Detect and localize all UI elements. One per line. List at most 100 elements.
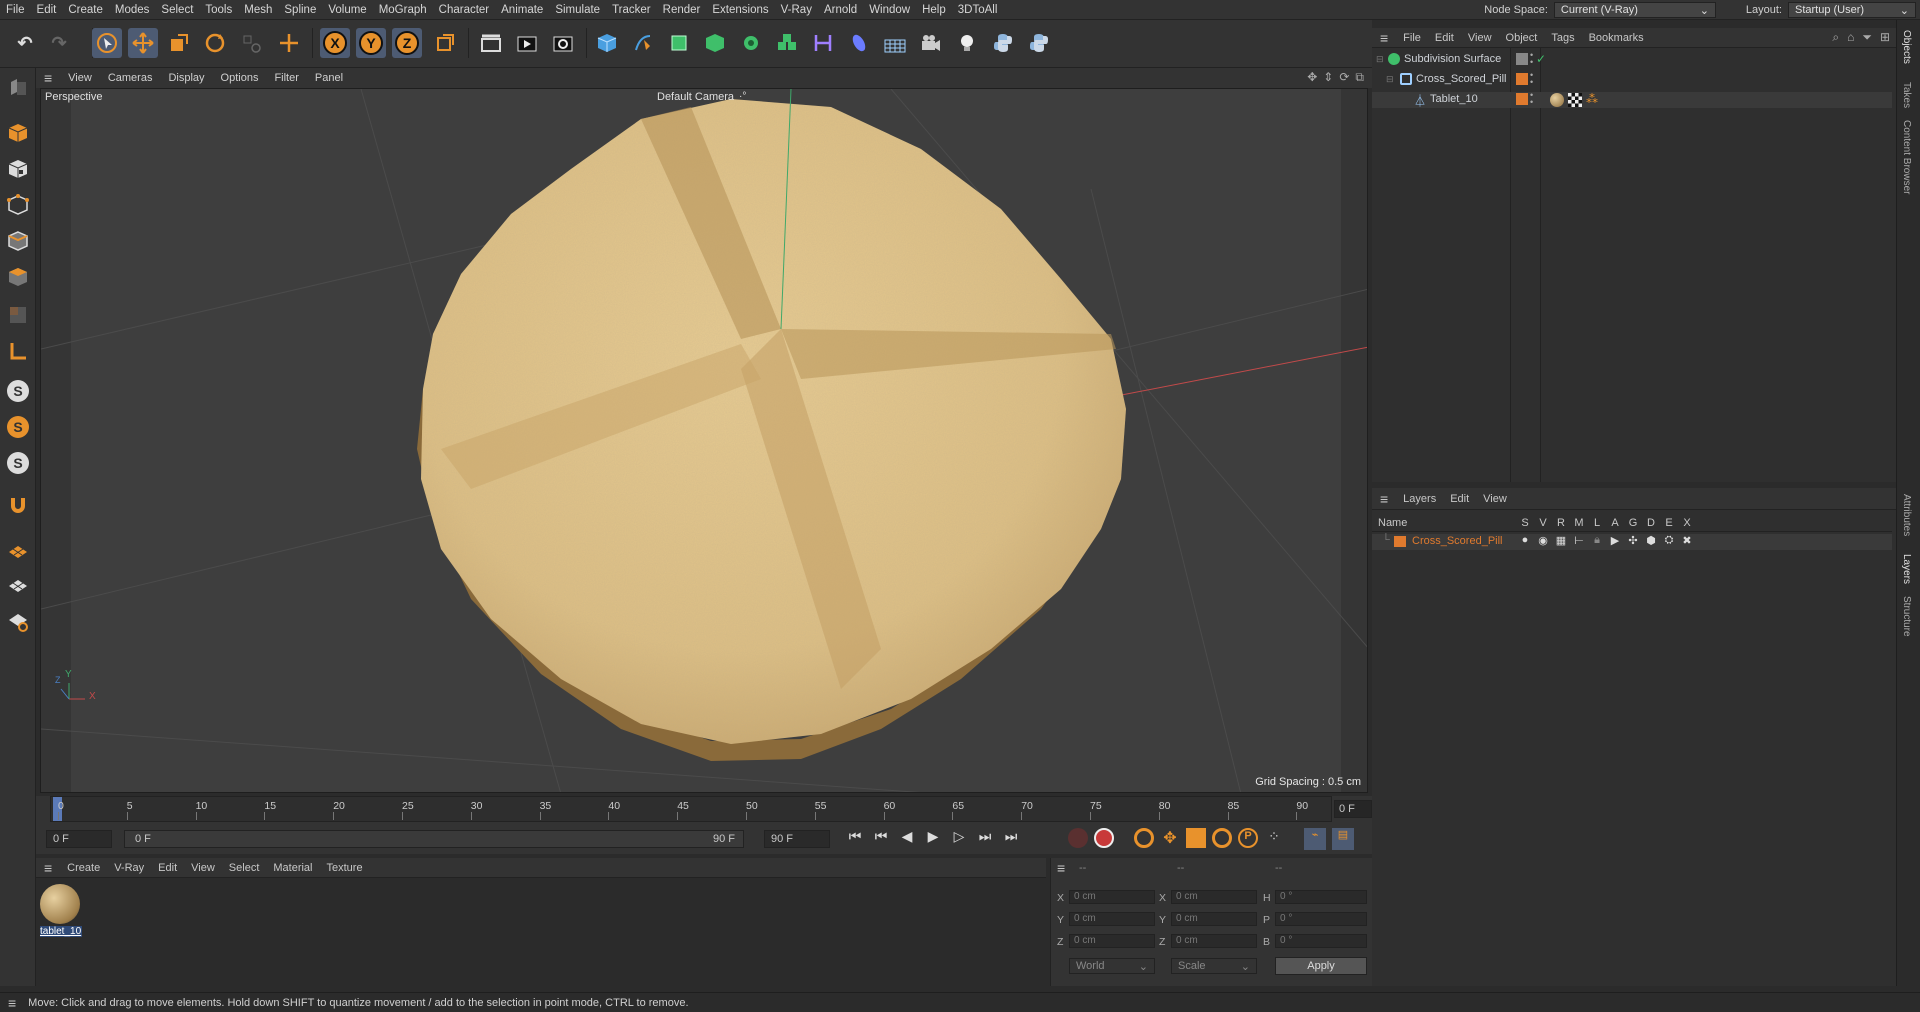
layer-color-icon[interactable]: [1516, 93, 1528, 105]
collapse-icon[interactable]: ⊟: [1376, 54, 1384, 65]
menu-edit[interactable]: Edit: [31, 4, 63, 16]
material-menu-create[interactable]: Create: [60, 862, 107, 874]
lock-icon[interactable]: 🔒︎: [1588, 534, 1606, 547]
object-row-cross-scored-pill[interactable]: ⊟ Cross_Scored_Pill • •: [1372, 71, 1892, 88]
side-tab-takes[interactable]: Takes: [1901, 82, 1912, 108]
node-space-dropdown[interactable]: Current (V-Ray) ⌄: [1553, 2, 1716, 18]
planar-workplane-button[interactable]: [3, 606, 33, 636]
record-disabled-icon[interactable]: [1068, 828, 1088, 848]
animation-icon[interactable]: ▶: [1606, 534, 1624, 547]
magnet-button[interactable]: [3, 490, 33, 520]
vray-tag-icon[interactable]: ⁂: [1586, 92, 1598, 106]
size-y-field[interactable]: 0 cm: [1171, 912, 1257, 926]
side-tab-structure[interactable]: Structure: [1901, 596, 1912, 637]
coord-mode-dropdown[interactable]: Scale ⌄: [1171, 958, 1257, 974]
menu-volume[interactable]: Volume: [322, 4, 372, 16]
key-rotation-icon[interactable]: [1212, 828, 1232, 848]
recent-tools-button[interactable]: [236, 28, 266, 58]
position-y-field[interactable]: 0 cm: [1069, 912, 1155, 926]
viewport-menu-filter[interactable]: Filter: [266, 72, 306, 84]
viewport-menu-options[interactable]: Options: [213, 72, 267, 84]
layer-menu-view[interactable]: View: [1476, 493, 1514, 505]
timeline-window-icon[interactable]: ▤: [1332, 828, 1354, 850]
visibility-dots-icon[interactable]: • •: [1530, 71, 1533, 87]
viewport-menu-cameras[interactable]: Cameras: [100, 72, 161, 84]
object-menu-view[interactable]: View: [1461, 32, 1499, 44]
rotate-view-icon[interactable]: ⟳: [1339, 70, 1349, 85]
render-icon[interactable]: ▦: [1552, 534, 1570, 547]
move-tool-button[interactable]: [128, 28, 158, 58]
play-icon[interactable]: ▶: [922, 828, 944, 845]
next-key-icon[interactable]: ⏭: [974, 828, 996, 845]
menu-create[interactable]: Create: [62, 4, 109, 16]
add-cloner-button[interactable]: [736, 28, 766, 58]
start-frame-field[interactable]: 0 F: [46, 830, 112, 848]
menu-file[interactable]: File: [0, 4, 31, 16]
timeline-ruler[interactable]: [50, 796, 1332, 822]
object-menu-object[interactable]: Object: [1499, 32, 1545, 44]
expressions-icon[interactable]: ⛭: [1660, 534, 1678, 547]
viewport-menu-display[interactable]: Display: [160, 72, 212, 84]
render-region-button[interactable]: [476, 28, 506, 58]
layer-menu-edit[interactable]: Edit: [1443, 493, 1476, 505]
side-tab-attributes[interactable]: Attributes: [1901, 494, 1912, 536]
material-swatch[interactable]: tablet_10: [40, 884, 82, 940]
menu-mograph[interactable]: MoGraph: [373, 4, 433, 16]
add-field-button[interactable]: [844, 28, 874, 58]
menu-character[interactable]: Character: [433, 4, 496, 16]
hamburger-icon[interactable]: ≡: [1372, 30, 1396, 46]
add-subdivision-button[interactable]: [664, 28, 694, 58]
menu-extensions[interactable]: Extensions: [706, 4, 774, 16]
render-view-button[interactable]: [512, 28, 542, 58]
model-mode-button[interactable]: [3, 118, 33, 148]
menu-help[interactable]: Help: [916, 4, 952, 16]
layer-name[interactable]: Cross_Scored_Pill: [1412, 535, 1502, 547]
locked-workplane-button[interactable]: [3, 570, 33, 600]
snap-settings-button[interactable]: S: [3, 412, 33, 442]
python-script-button[interactable]: [988, 28, 1018, 58]
menu-tracker[interactable]: Tracker: [606, 4, 657, 16]
uv-mode-button[interactable]: [3, 300, 33, 330]
hamburger-icon[interactable]: ≡: [0, 995, 24, 1011]
end-frame-field[interactable]: 90 F: [764, 830, 830, 848]
side-tab-objects[interactable]: Objects: [1901, 30, 1912, 64]
camera-label[interactable]: Default Camera: [657, 91, 734, 103]
layer-color-icon[interactable]: [1516, 73, 1528, 85]
layer-menu-layers[interactable]: Layers: [1396, 493, 1443, 505]
dolly-view-icon[interactable]: ⇕: [1323, 70, 1333, 85]
material-tag-icon[interactable]: [1550, 93, 1564, 107]
hamburger-icon[interactable]: ≡: [1057, 860, 1065, 876]
go-to-end-icon[interactable]: ⏭: [1000, 828, 1022, 845]
material-menu-vray[interactable]: V-Ray: [107, 862, 151, 874]
point-mode-button[interactable]: [3, 190, 33, 220]
enabled-check-icon[interactable]: ✓: [1536, 52, 1546, 66]
hamburger-icon[interactable]: ≡: [36, 860, 60, 876]
material-menu-select[interactable]: Select: [222, 862, 267, 874]
lock-x-axis-button[interactable]: X: [320, 28, 350, 58]
current-frame-field[interactable]: 0 F: [1334, 800, 1372, 818]
scale-tool-button[interactable]: [164, 28, 194, 58]
menu-animate[interactable]: Animate: [495, 4, 549, 16]
menu-arnold[interactable]: Arnold: [818, 4, 863, 16]
menu-window[interactable]: Window: [863, 4, 916, 16]
go-to-start-icon[interactable]: ⏮: [844, 828, 866, 845]
redo-icon[interactable]: ↷: [44, 28, 74, 58]
menu-vray[interactable]: V-Ray: [775, 4, 818, 16]
collapse-icon[interactable]: ⊟: [1386, 74, 1394, 85]
perspective-viewport[interactable]: Perspective Default Camera ·° Grid Spaci…: [40, 88, 1368, 793]
add-camera-button[interactable]: [916, 28, 946, 58]
position-x-field[interactable]: 0 cm: [1069, 890, 1155, 904]
object-menu-tags[interactable]: Tags: [1544, 32, 1581, 44]
render-settings-button[interactable]: [548, 28, 578, 58]
add-deformer-button[interactable]: [808, 28, 838, 58]
side-tab-content-browser[interactable]: Content Browser: [1901, 120, 1912, 194]
preview-range-slider[interactable]: 0 F 90 F: [124, 830, 744, 848]
search-icon[interactable]: ⌕: [1832, 30, 1839, 45]
hamburger-icon[interactable]: ≡: [36, 70, 60, 86]
menu-spline[interactable]: Spline: [278, 4, 322, 16]
live-selection-button[interactable]: [92, 28, 122, 58]
rotate-tool-button[interactable]: [200, 28, 230, 58]
pan-view-icon[interactable]: ✥: [1307, 70, 1317, 85]
texture-mode-button[interactable]: [3, 154, 33, 184]
object-row-subdivision[interactable]: ⊟ Subdivision Surface • • ✓: [1372, 51, 1892, 68]
